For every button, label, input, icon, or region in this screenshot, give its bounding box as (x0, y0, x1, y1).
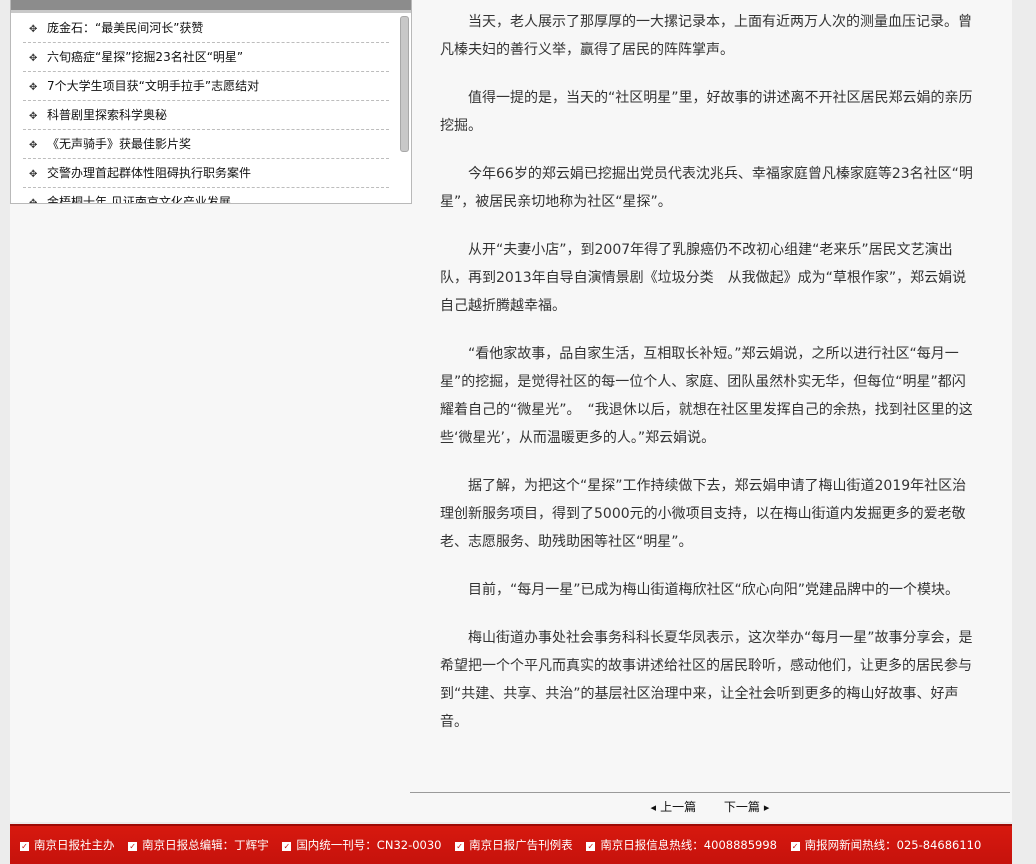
article-paragraph: 今年66岁的郑云娟已挖掘出党员代表沈兆兵、幸福家庭曾凡榛家庭等23名社区“明星”… (440, 166, 973, 210)
footer-item[interactable]: ✓ 南京日报信息热线：4008885998 (586, 837, 777, 853)
bullet-icon: ✥ (29, 24, 38, 35)
footer-info-row: ✓ 南京日报社主办 ✓ 南京日报总编辑：丁辉宇 ✓ 国内统一刊号：CN32-0030 … (20, 837, 991, 853)
footer-item[interactable]: ✓ 南京日报广告刊例表 (455, 837, 573, 853)
pagination: 上一篇 下一篇 (410, 798, 1010, 815)
article-paragraph: “看他家故事，品自家生活，互相取长补短。”郑云娟说，之所以进行社区“每月一星”的… (440, 346, 973, 446)
footer-item[interactable]: ✓ 南京日报总编辑：丁辉宇 (128, 837, 269, 853)
checkbox-icon: ✓ (128, 842, 138, 851)
bullet-icon: ✥ (29, 82, 38, 93)
bullet-icon: ✥ (29, 169, 38, 180)
footer-text: 南京日报信息热线：4008885998 (600, 838, 777, 852)
site-footer: ✓ 南京日报社主办 ✓ 南京日报总编辑：丁辉宇 ✓ 国内统一刊号：CN32-0030 … (10, 824, 1012, 864)
footer-text: 南京日报广告刊例表 (469, 838, 573, 852)
list-item[interactable]: ✥ 交警办理首起群体性阻碍执行职务案件 (23, 159, 389, 188)
footer-text: 南京日报社主办 (34, 838, 115, 852)
article-paragraph: 当天，老人展示了那厚厚的一大摞记录本，上面有近两万人次的测量血压记录。曾凡榛夫妇… (440, 14, 972, 58)
prev-article-link[interactable]: 上一篇 (651, 798, 696, 815)
bullet-icon: ✥ (29, 140, 38, 151)
article-paragraph: 值得一提的是，当天的“社区明星”里，好故事的讲述离不开社区居民郑云娟的亲历挖掘。 (440, 90, 973, 134)
article-paragraph: 目前，“每月一星”已成为梅山街道梅欣社区“欣心向阳”党建品牌中的一个模块。 (468, 582, 960, 598)
news-link[interactable]: 《无声骑手》获最佳影片奖 (47, 137, 191, 151)
list-item[interactable]: ✥ 庞金石：“最美民间河长”获赞 (23, 14, 389, 43)
article-paragraph: 梅山街道办事处社会事务科科长夏华凤表示，这次举办“每月一星”故事分享会，是希望把… (440, 630, 973, 730)
bullet-icon: ✥ (29, 53, 38, 64)
list-item[interactable]: ✥ 7个大学生项目获“文明手拉手”志愿结对 (23, 72, 389, 101)
footer-text: 南京日报总编辑：丁辉宇 (142, 838, 269, 852)
news-list[interactable]: ✥ 庞金石：“最美民间河长”获赞 ✥ 六旬癌症“星探”挖掘23名社区“明星” ✥ 7个… (11, 14, 401, 203)
list-item[interactable]: ✥ 六旬癌症“星探”挖掘23名社区“明星” (23, 43, 389, 72)
footer-text: 国内统一刊号：CN32-0030 (296, 838, 442, 852)
article-paragraph: 据了解，为把这个“星探”工作持续做下去，郑云娟申请了梅山街道2019年社区治理创… (440, 478, 967, 550)
news-list-scrollbar[interactable] (400, 16, 409, 152)
page-margin (1012, 0, 1036, 864)
news-link[interactable]: 庞金石：“最美民间河长”获赞 (47, 21, 203, 35)
article-paragraph: 从开“夫妻小店”，到2007年得了乳腺癌仍不改初心组建“老来乐”居民文艺演出队，… (440, 242, 967, 314)
related-news-panel: ✥ 庞金石：“最美民间河长”获赞 ✥ 六旬癌症“星探”挖掘23名社区“明星” ✥ 7个… (10, 0, 412, 204)
checkbox-icon: ✓ (790, 842, 800, 851)
footer-item[interactable]: ✓ 国内统一刊号：CN32-0030 (282, 837, 442, 853)
news-link[interactable]: 交警办理首起群体性阻碍执行职务案件 (47, 166, 251, 180)
bullet-icon: ✥ (23, 190, 47, 203)
list-item[interactable]: ✥ 科普剧里探索科学奥秘 (23, 101, 389, 130)
panel-header-bar (11, 0, 411, 13)
checkbox-icon: ✓ (20, 842, 29, 851)
checkbox-icon: ✓ (586, 842, 596, 851)
news-link[interactable]: 金梧桐十年 见证南京文化产业发展 (47, 195, 231, 203)
checkbox-icon: ✓ (282, 842, 292, 851)
footer-text: 南报网新闻热线：025-84686110 (804, 838, 982, 852)
footer-item[interactable]: ✓ 南报网新闻热线：025-84686110 (790, 837, 982, 853)
list-item[interactable]: ✥ 《无声骑手》获最佳影片奖 (23, 130, 389, 159)
checkbox-icon: ✓ (455, 842, 465, 851)
list-item[interactable]: ✥金梧桐十年 见证南京文化产业发展 (23, 188, 389, 203)
pager-divider (410, 792, 1010, 793)
bullet-icon: ✥ (29, 111, 38, 122)
article-body: 当天，老人展示了那厚厚的一大摞记录本，上面有近两万人次的测量血压记录。曾凡榛夫妇… (440, 8, 974, 756)
footer-item[interactable]: ✓ 南京日报社主办 (20, 837, 115, 853)
next-article-link[interactable]: 下一篇 (724, 798, 770, 815)
news-link[interactable]: 科普剧里探索科学奥秘 (47, 108, 167, 122)
news-link[interactable]: 7个大学生项目获“文明手拉手”志愿结对 (47, 79, 259, 93)
news-link[interactable]: 六旬癌症“星探”挖掘23名社区“明星” (47, 50, 243, 64)
